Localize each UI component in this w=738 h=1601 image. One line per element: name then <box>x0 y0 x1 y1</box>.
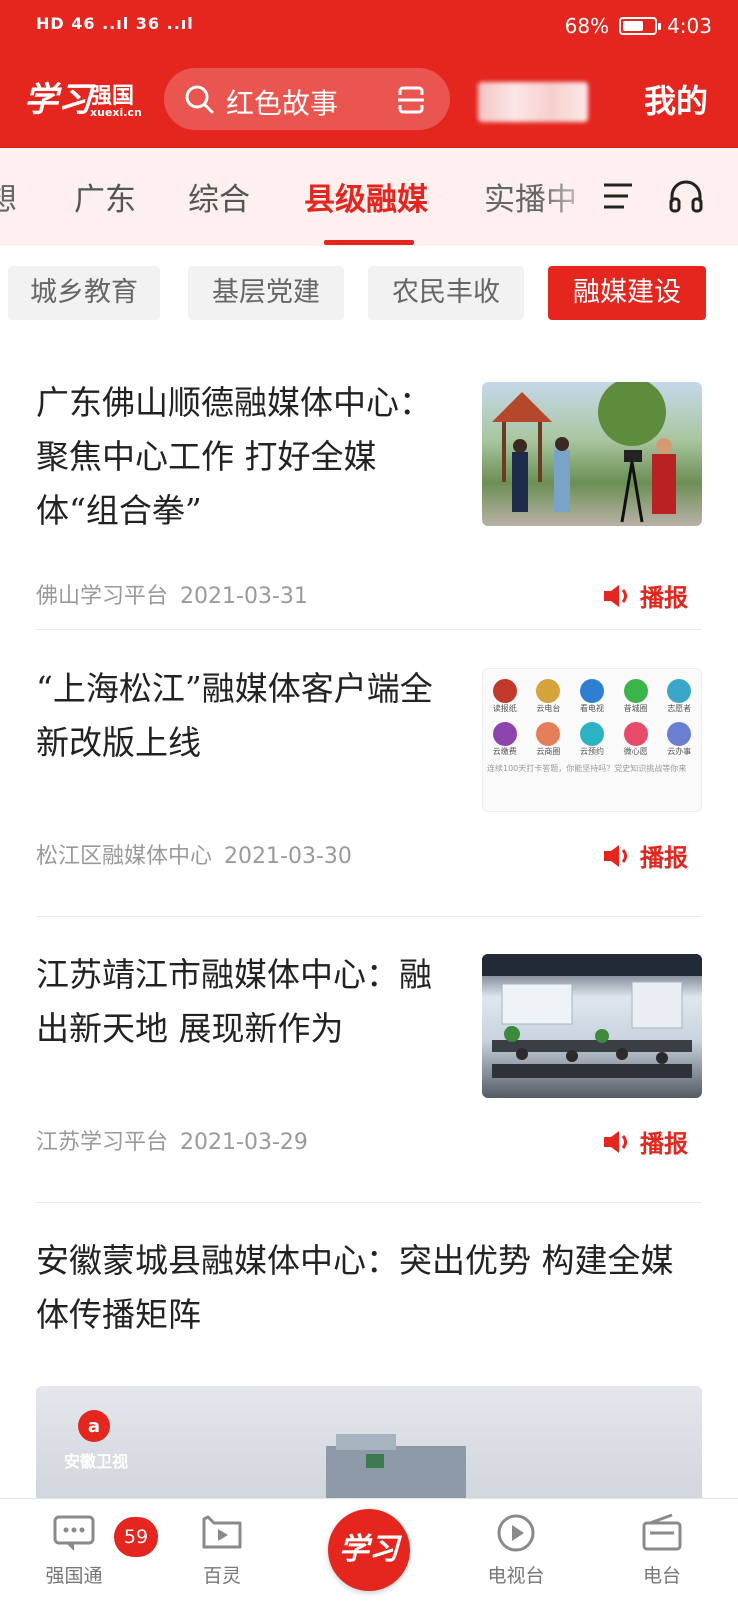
scene-photo <box>492 382 676 523</box>
article-meta: 江苏学习平台 2021-03-29 <box>36 1124 308 1156</box>
logo-script: 学习 <box>24 80 92 120</box>
chip-party-building[interactable]: 基层党建 <box>188 266 344 320</box>
tab-guangdong[interactable]: 广东 <box>74 174 136 219</box>
broadcast-button[interactable]: 播报 <box>602 1124 688 1159</box>
subcategory-chips: 城乡教育 基层党建 农民丰收 融媒建设 <box>0 246 738 346</box>
broadcast-button[interactable]: 播报 <box>602 838 688 873</box>
article-thumbnail[interactable] <box>482 954 702 1098</box>
article-date: 2021-03-29 <box>180 1130 308 1155</box>
battery-icon <box>619 17 662 35</box>
network-indicators: HD 46 ..ıl 36 ..ıl <box>36 14 194 33</box>
article-title[interactable]: 安徽蒙城县融媒体中心：突出优势 构建全媒体传播矩阵 <box>36 1234 702 1342</box>
speaker-icon <box>604 584 627 607</box>
active-tab-indicator <box>324 240 414 245</box>
article-meta: 佛山学习平台 2021-03-31 <box>36 578 308 610</box>
nav-label: 电台 <box>642 1565 681 1587</box>
building-photo: a <box>78 1410 466 1506</box>
video-icon <box>202 1515 242 1549</box>
channel-logo-text: 安徽卫视 <box>64 1452 129 1471</box>
speaker-icon <box>604 844 627 867</box>
play-circle-icon <box>497 1514 535 1552</box>
broadcast-label: 播报 <box>640 1130 688 1158</box>
scan-icon[interactable] <box>396 85 426 115</box>
search-icon <box>185 85 214 114</box>
article-meta: 松江区融媒体中心 2021-03-30 <box>36 838 352 870</box>
battery-percent: 68% <box>564 14 610 38</box>
article-title[interactable]: “上海松江”融媒体客户端全新改版上线 <box>36 662 436 770</box>
app-header: 学习 强国 xuexi.cn 红色故事 我的 <box>0 52 738 148</box>
headphones-icon[interactable] <box>666 176 706 216</box>
office-photo <box>482 954 702 1078</box>
channel-tabs: 想 广东 综合 县级融媒 实播中 <box>0 148 738 246</box>
logo-url: xuexi.cn <box>90 106 142 119</box>
chip-media-building[interactable]: 融媒建设 <box>548 266 706 320</box>
article-cover-image[interactable]: a 安徽卫视 <box>36 1386 702 1506</box>
search-bar[interactable]: 红色故事 <box>164 68 450 130</box>
nav-bailing[interactable]: 百灵 <box>172 1513 272 1588</box>
mine-button[interactable]: 我的 <box>644 76 708 122</box>
article-source: 江苏学习平台 <box>36 1130 169 1155</box>
article-card[interactable]: 安徽蒙城县融媒体中心：突出优势 构建全媒体传播矩阵 <box>36 1234 702 1364</box>
article-thumbnail[interactable] <box>482 382 702 526</box>
study-home-button[interactable]: 学习 <box>328 1509 410 1591</box>
article-card[interactable]: 江苏靖江市融媒体中心：融出新天地 展现新作为 江苏学习平台 2021-03-29 … <box>36 948 702 1228</box>
article-source: 松江区融媒体中心 <box>36 844 213 869</box>
user-points-blurred[interactable] <box>478 82 588 122</box>
article-title[interactable]: 广东佛山顺德融媒体中心：聚焦中心工作 打好全媒体“组合拳” <box>36 376 436 538</box>
chat-icon <box>53 1515 95 1551</box>
status-bar: HD 46 ..ıl 36 ..ıl 68% 4:03 <box>0 0 738 52</box>
nav-radio[interactable]: 电台 <box>612 1513 712 1588</box>
app-logo[interactable]: 学习 强国 xuexi.cn <box>24 68 142 124</box>
divider <box>36 916 702 917</box>
unread-badge: 59 <box>112 1515 160 1559</box>
tab-zonghe[interactable]: 综合 <box>188 174 250 219</box>
chip-education[interactable]: 城乡教育 <box>8 266 160 320</box>
nav-tv[interactable]: 电视台 <box>466 1513 566 1588</box>
search-placeholder: 红色故事 <box>226 87 339 120</box>
article-source: 佛山学习平台 <box>36 584 169 609</box>
radio-icon <box>642 1513 682 1551</box>
nav-label: 电视台 <box>487 1565 545 1587</box>
bottom-navigation: 强国通 59 百灵 学习 电视台 电台 <box>0 1498 738 1601</box>
article-date: 2021-03-31 <box>180 584 308 609</box>
tab-sixiang[interactable]: 想 <box>0 174 17 219</box>
tabs-fade <box>540 148 600 246</box>
clock: 4:03 <box>667 14 712 38</box>
nav-qiangguotong[interactable]: 强国通 59 <box>24 1513 160 1588</box>
nav-label: 强国通 <box>45 1565 103 1587</box>
divider <box>36 629 702 630</box>
broadcast-label: 播报 <box>640 584 688 612</box>
article-date: 2021-03-30 <box>224 844 352 869</box>
article-thumbnail[interactable]: 读报纸 云电台 看电视 昔城圈 志愿者 云缴费 云商圈 云预约 微心愿 云办事 … <box>482 668 702 812</box>
status-right: 68% 4:03 <box>565 14 712 38</box>
thumbnail-caption: 连续100天打卡答题，你能坚持吗？党史知识挑战等你来 <box>487 764 687 773</box>
divider <box>36 1202 702 1203</box>
chip-harvest[interactable]: 农民丰收 <box>368 266 524 320</box>
broadcast-label: 播报 <box>640 844 688 872</box>
speaker-icon <box>604 1130 627 1153</box>
broadcast-button[interactable]: 播报 <box>602 578 688 613</box>
nav-label: 百灵 <box>202 1565 241 1587</box>
article-title[interactable]: 江苏靖江市融媒体中心：融出新天地 展现新作为 <box>36 948 436 1056</box>
article-card[interactable]: 广东佛山顺德融媒体中心：聚焦中心工作 打好全媒体“组合拳” 佛山学习平台 2021… <box>36 376 702 656</box>
menu-icon[interactable] <box>600 178 636 214</box>
tab-xianji-rongmei[interactable]: 县级融媒 <box>304 174 428 219</box>
article-card[interactable]: “上海松江”融媒体客户端全新改版上线 读报纸 云电台 看电视 昔城圈 志愿者 云… <box>36 662 702 942</box>
svg-text:a: a <box>88 1416 100 1437</box>
app-icon-grid: 读报纸 云电台 看电视 昔城圈 志愿者 云缴费 云商圈 云预约 微心愿 云办事 <box>483 669 701 757</box>
